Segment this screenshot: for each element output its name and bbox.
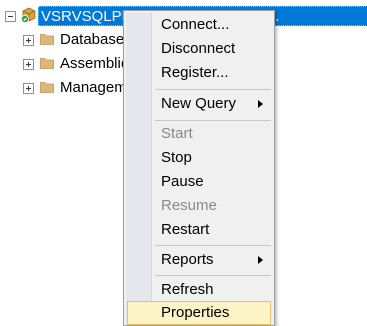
- menu-item-properties[interactable]: Properties: [127, 301, 271, 325]
- menu-item-disconnect[interactable]: Disconnect: [127, 37, 271, 61]
- menu-item-resume: Resume: [161, 197, 217, 214]
- menu-item-new-query[interactable]: New Query: [127, 92, 271, 116]
- expand-databases-expander-icon[interactable]: [23, 35, 34, 46]
- menu-item-new-query-label: New Query: [161, 95, 237, 112]
- menu-separator: [155, 275, 271, 276]
- menu-separator: [155, 245, 271, 246]
- folder-icon: [40, 58, 54, 69]
- submenu-arrow-icon: [258, 100, 263, 108]
- submenu-arrow-icon: [258, 256, 263, 264]
- menu-item-connect[interactable]: Connect...: [127, 13, 271, 37]
- menu-item-stop[interactable]: Stop: [127, 146, 271, 170]
- menu-item-start: Start: [161, 125, 193, 142]
- menu-item-pause[interactable]: Pause: [127, 170, 271, 194]
- menu-separator: [155, 89, 271, 90]
- menu-item-register[interactable]: Register...: [127, 61, 271, 85]
- folder-icon: [40, 34, 54, 45]
- object-explorer: VSRVSQLPROD (SQL Server 16.0. Databases …: [0, 0, 367, 326]
- server-context-menu: Connect... Disconnect Register... New Qu…: [123, 10, 275, 326]
- collapse-server-expander-icon[interactable]: [5, 11, 16, 22]
- menu-item-restart[interactable]: Restart: [127, 218, 271, 242]
- expand-management-expander-icon[interactable]: [23, 83, 34, 94]
- sql-server-icon: [21, 7, 36, 23]
- folder-icon: [40, 82, 54, 93]
- menu-item-refresh[interactable]: Refresh: [127, 278, 271, 302]
- expand-assemblies-expander-icon[interactable]: [23, 59, 34, 70]
- menu-item-reports-label: Reports: [161, 251, 214, 268]
- menu-separator: [155, 120, 271, 121]
- tree-node-databases[interactable]: Databases: [60, 30, 132, 50]
- menu-item-reports[interactable]: Reports: [127, 248, 271, 272]
